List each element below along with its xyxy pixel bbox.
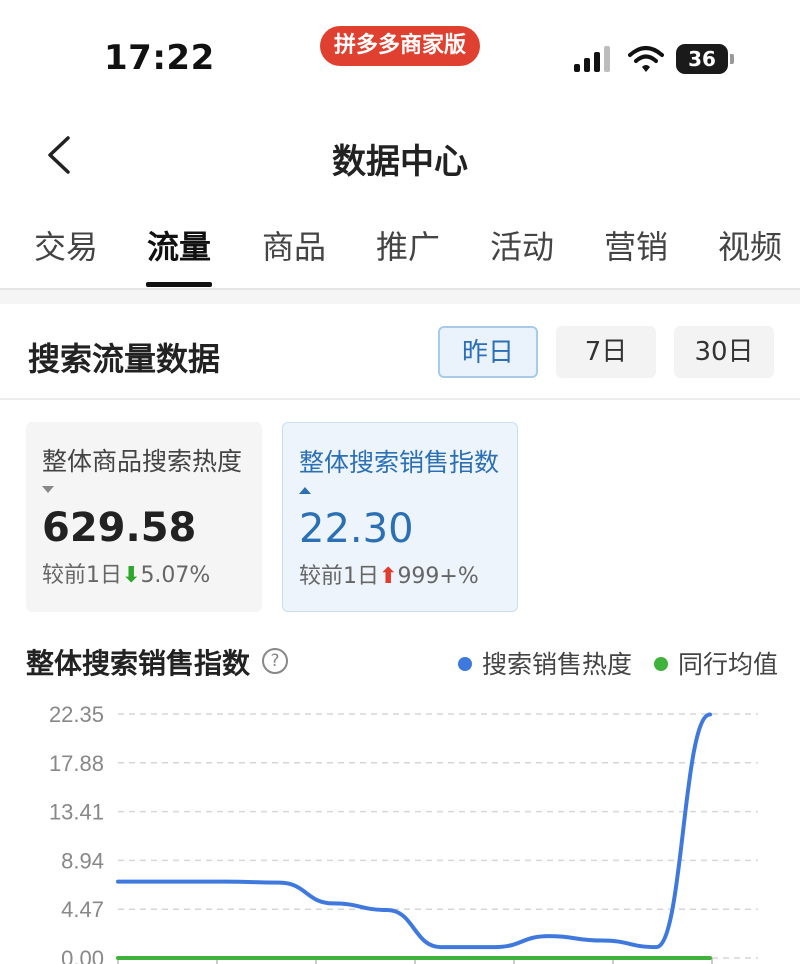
chart-title: 整体搜索销售指数 — [26, 647, 251, 680]
compare-change: 999+% — [397, 564, 479, 589]
range-7d-button[interactable]: 7日 — [556, 326, 656, 378]
metric-label: 整体商品搜索热度 — [42, 447, 243, 476]
legend-item[interactable]: 搜索销售热度 — [458, 645, 632, 681]
tab-transaction[interactable]: 交易 — [34, 222, 98, 268]
section-title: 搜索流量数据 — [28, 340, 221, 378]
legend-dot — [458, 657, 472, 671]
battery-level: 36 — [688, 47, 716, 71]
tab-activities[interactable]: 活动 — [490, 222, 554, 268]
tab-promotion[interactable]: 推广 — [376, 222, 440, 268]
metric-card-search-heat[interactable]: 整体商品搜索热度 629.58 较前1日⬇5.07% — [26, 422, 262, 612]
y-tick-label: 8.94 — [61, 848, 104, 873]
caret-down-icon — [42, 486, 54, 493]
active-tab-indicator — [146, 282, 212, 287]
divider — [0, 398, 800, 400]
tab-marketing[interactable]: 营销 — [604, 222, 668, 268]
arrow-down-icon: ⬇ — [122, 563, 141, 588]
y-tick-label: 13.41 — [49, 800, 104, 825]
tab-video[interactable]: 视频 — [718, 222, 782, 268]
compare-change: 5.07% — [140, 563, 211, 588]
y-tick-label: 22.35 — [49, 702, 104, 727]
line-chart: 22.35 17.88 13.41 8.94 4.47 0.00 — [49, 702, 758, 964]
metric-value: 629.58 — [42, 505, 197, 551]
legend-label: 搜索销售热度 — [482, 650, 633, 679]
signal-icon — [574, 46, 610, 72]
y-tick-label: 17.88 — [49, 751, 104, 776]
status-bar: 17:22 拼多多商家版 36 — [0, 0, 800, 110]
tab-products[interactable]: 商品 — [262, 222, 326, 268]
metric-compare: 较前1日⬆999+% — [299, 558, 501, 590]
section-gap — [0, 290, 800, 304]
app-badge: 拼多多商家版 — [320, 26, 480, 66]
help-icon[interactable]: ? — [262, 648, 288, 674]
arrow-up-icon: ⬆ — [379, 564, 398, 589]
tab-traffic[interactable]: 流量 — [147, 222, 211, 268]
series-line — [116, 712, 712, 950]
compare-label: 较前1日 — [42, 563, 122, 588]
metric-card-search-sales[interactable]: 整体搜索销售指数 22.30 较前1日⬆999+% — [282, 422, 518, 612]
status-time: 17:22 — [104, 38, 215, 78]
nav-bar: 数据中心 — [0, 110, 800, 200]
battery-icon: 36 — [676, 44, 734, 74]
legend-item[interactable]: 同行均值 — [654, 645, 778, 681]
caret-up-icon — [299, 487, 311, 494]
y-tick-label: 0.00 — [61, 946, 104, 964]
legend-dot — [654, 657, 668, 671]
wifi-icon — [628, 46, 664, 72]
compare-label: 较前1日 — [299, 564, 379, 589]
metric-compare: 较前1日⬇5.07% — [42, 557, 246, 589]
metric-label: 整体搜索销售指数 — [299, 448, 500, 477]
metric-value: 22.30 — [299, 506, 414, 552]
range-30d-button[interactable]: 30日 — [674, 326, 774, 378]
range-yesterday-button[interactable]: 昨日 — [438, 326, 538, 378]
category-tabs: 交易 流量 商品 推广 活动 营销 视频 — [0, 208, 800, 288]
y-tick-label: 4.47 — [61, 897, 104, 922]
page-title: 数据中心 — [332, 142, 468, 182]
legend-label: 同行均值 — [678, 650, 779, 679]
